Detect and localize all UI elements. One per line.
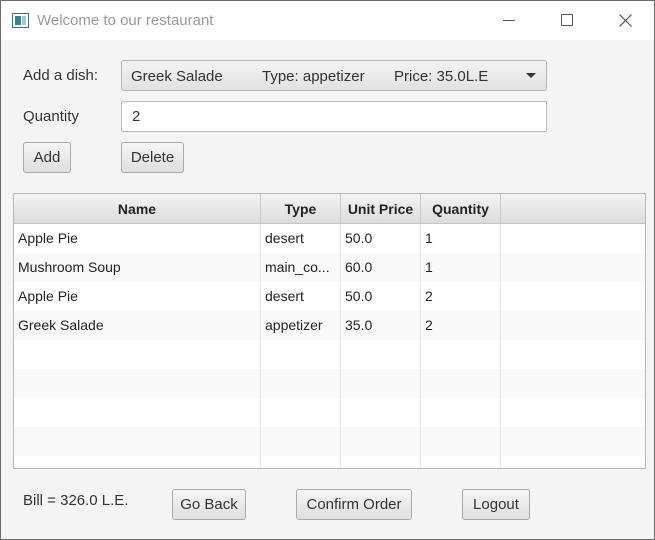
app-icon	[12, 13, 29, 28]
empty-row	[14, 398, 645, 427]
table-row[interactable]: Apple Pie desert 50.0 2	[14, 282, 645, 311]
cell-type: desert	[261, 282, 341, 311]
cell-quantity: 1	[421, 224, 501, 253]
cell-filler	[501, 311, 645, 340]
cell-quantity: 1	[421, 253, 501, 282]
empty-row	[14, 340, 645, 369]
cell-unit-price: 50.0	[341, 282, 421, 311]
cell-filler	[501, 253, 645, 282]
empty-row	[14, 427, 645, 456]
cell-type: appetizer	[261, 311, 341, 340]
dish-select-price: Price: 35.0L.E	[394, 68, 489, 85]
table-row[interactable]: Mushroom Soup main_co... 60.0 1	[14, 253, 645, 282]
cell-type: main_co...	[261, 253, 341, 282]
cell-name: Greek Salade	[14, 311, 261, 340]
maximize-button[interactable]	[538, 1, 596, 40]
table-header: Name Type Unit Price Quantity	[14, 194, 645, 224]
quantity-input[interactable]	[121, 101, 547, 132]
dish-select-name: Greek Salade	[131, 68, 223, 85]
go-back-button[interactable]: Go Back	[172, 489, 246, 520]
cell-filler	[501, 224, 645, 253]
table-row[interactable]: Apple Pie desert 50.0 1	[14, 224, 645, 253]
cell-unit-price: 50.0	[341, 224, 421, 253]
dish-select-type: Type: appetizer	[262, 68, 365, 85]
maximize-icon	[561, 14, 573, 26]
quantity-label: Quantity	[23, 108, 79, 125]
order-table: Name Type Unit Price Quantity Apple Pie …	[13, 193, 646, 469]
window-title: Welcome to our restaurant	[37, 12, 214, 29]
column-header-unit-price[interactable]: Unit Price	[341, 194, 421, 223]
close-button[interactable]	[596, 1, 654, 40]
cell-unit-price: 60.0	[341, 253, 421, 282]
table-body: Apple Pie desert 50.0 1 Mushroom Soup ma…	[14, 224, 645, 468]
cell-quantity: 2	[421, 311, 501, 340]
minimize-icon	[503, 20, 515, 21]
minimize-button[interactable]	[480, 1, 538, 40]
column-header-type[interactable]: Type	[261, 194, 341, 223]
confirm-order-button[interactable]: Confirm Order	[296, 489, 412, 520]
cell-name: Apple Pie	[14, 224, 261, 253]
chevron-down-icon[interactable]	[526, 73, 536, 78]
table-row[interactable]: Greek Salade appetizer 35.0 2	[14, 311, 645, 340]
column-header-quantity[interactable]: Quantity	[421, 194, 501, 223]
close-icon	[619, 14, 632, 27]
cell-name: Apple Pie	[14, 282, 261, 311]
logout-button[interactable]: Logout	[462, 489, 530, 520]
column-header-name[interactable]: Name	[14, 194, 261, 223]
column-header-filler	[501, 194, 645, 223]
bill-total: Bill = 326.0 L.E.	[23, 492, 129, 509]
delete-button[interactable]: Delete	[121, 142, 184, 173]
app-window: Welcome to our restaurant Add a dish: Gr…	[0, 0, 655, 540]
cell-name: Mushroom Soup	[14, 253, 261, 282]
title-bar: Welcome to our restaurant	[1, 1, 654, 40]
cell-quantity: 2	[421, 282, 501, 311]
empty-row	[14, 369, 645, 398]
dish-label: Add a dish:	[23, 67, 99, 84]
add-button[interactable]: Add	[23, 142, 71, 173]
cell-type: desert	[261, 224, 341, 253]
cell-filler	[501, 282, 645, 311]
empty-row	[14, 456, 645, 468]
dish-select[interactable]: Greek Salade Type: appetizer Price: 35.0…	[121, 60, 547, 91]
cell-unit-price: 35.0	[341, 311, 421, 340]
